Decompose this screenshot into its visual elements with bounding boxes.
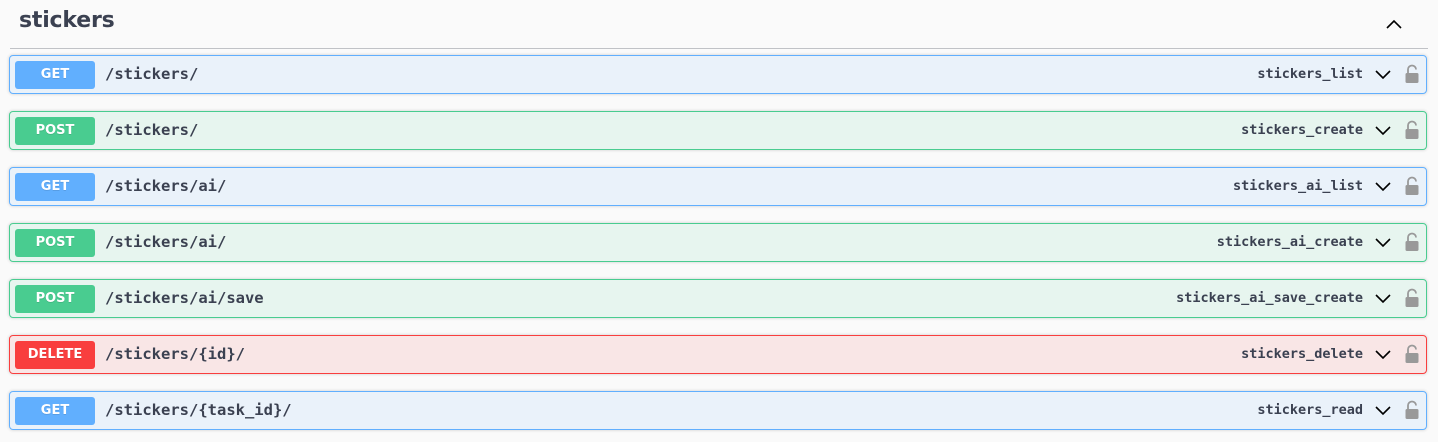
operation-id: stickers_ai_list [1232, 178, 1363, 194]
operation-id: stickers_list [1257, 66, 1363, 82]
lock-icon[interactable] [1404, 232, 1420, 252]
operation-row[interactable]: POST /stickers/ai/ stickers_ai_create [9, 223, 1427, 262]
operation-path: /stickers/ [105, 121, 199, 139]
operation-id: stickers_create [1241, 122, 1363, 138]
chevron-up-icon[interactable] [1382, 12, 1406, 36]
operation-id: stickers_delete [1241, 346, 1363, 362]
method-badge: GET [15, 61, 95, 89]
chevron-down-icon[interactable] [1373, 65, 1393, 85]
operation-row[interactable]: GET /stickers/ai/ stickers_ai_list [9, 167, 1427, 206]
lock-icon[interactable] [1404, 400, 1420, 420]
operation-row[interactable]: GET /stickers/{task_id}/ stickers_read [9, 391, 1427, 430]
operation-id: stickers_read [1257, 402, 1363, 418]
lock-icon[interactable] [1404, 288, 1420, 308]
operation-row[interactable]: GET /stickers/ stickers_list [9, 55, 1427, 94]
operation-path: /stickers/ai/save [105, 289, 264, 307]
tag-section-header[interactable]: stickers [10, 0, 1428, 49]
tag-section-stickers: stickers GET /stickers/ stickers_list PO… [0, 0, 1438, 442]
chevron-down-icon[interactable] [1373, 345, 1393, 365]
operation-id: stickers_ai_save_create [1176, 290, 1363, 306]
lock-icon[interactable] [1404, 64, 1420, 84]
operation-id: stickers_ai_create [1216, 234, 1363, 250]
method-badge: POST [15, 117, 95, 145]
tag-title: stickers [19, 8, 115, 33]
chevron-down-icon[interactable] [1373, 233, 1393, 253]
operation-row[interactable]: POST /stickers/ stickers_create [9, 111, 1427, 150]
chevron-down-icon[interactable] [1373, 121, 1393, 141]
chevron-down-icon[interactable] [1373, 177, 1393, 197]
operation-row[interactable]: POST /stickers/ai/save stickers_ai_save_… [9, 279, 1427, 318]
method-badge: POST [15, 229, 95, 257]
method-badge: GET [15, 173, 95, 201]
chevron-down-icon[interactable] [1373, 289, 1393, 309]
operation-path: /stickers/{task_id}/ [105, 401, 292, 419]
method-badge: DELETE [15, 341, 95, 369]
operation-path: /stickers/ai/ [105, 177, 227, 195]
lock-icon[interactable] [1404, 344, 1420, 364]
operation-path: /stickers/{id}/ [105, 345, 245, 363]
lock-icon[interactable] [1404, 120, 1420, 140]
chevron-down-icon[interactable] [1373, 401, 1393, 421]
operation-path: /stickers/ai/ [105, 233, 227, 251]
operation-row[interactable]: DELETE /stickers/{id}/ stickers_delete [9, 335, 1427, 374]
method-badge: GET [15, 397, 95, 425]
operation-path: /stickers/ [105, 65, 199, 83]
method-badge: POST [15, 285, 95, 313]
lock-icon[interactable] [1404, 176, 1420, 196]
